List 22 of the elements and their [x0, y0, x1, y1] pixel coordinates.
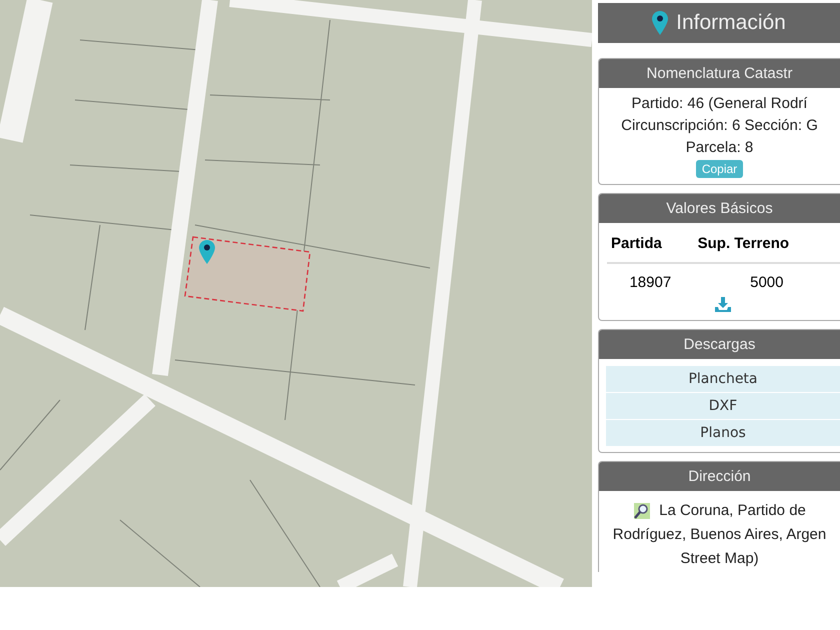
download-link[interactable]: Plancheta	[606, 365, 840, 392]
map-search-icon	[633, 502, 652, 520]
download-icon[interactable]	[714, 297, 730, 312]
download-link[interactable]: DXF	[606, 392, 840, 419]
cadastral-line: Partido: 46 (General Rodrí	[632, 94, 808, 113]
map-pin-icon[interactable]	[199, 240, 215, 264]
download-link[interactable]: Planos	[606, 419, 840, 446]
table-cell: 5000	[694, 263, 840, 295]
card-header: Descargas	[599, 330, 840, 359]
address-text: Street Map)	[680, 549, 759, 569]
card-header: Nomenclatura Catastr	[599, 59, 840, 88]
cadastral-line: Parcela: 8	[686, 138, 754, 157]
address-text: Rodríguez, Buenos Aires, Argen	[612, 525, 826, 545]
column-header: Sup. Terreno	[694, 223, 840, 263]
table-cell: 18907	[607, 263, 694, 295]
address-text: La Coruna, Partido de	[659, 501, 806, 521]
card-header: Valores Básicos	[599, 194, 840, 223]
location-pin-icon	[652, 11, 668, 35]
cadastral-line: Circunscripción: 6 Sección: G	[621, 116, 818, 135]
panel-title: Información	[676, 11, 786, 35]
card-header: Dirección	[599, 462, 840, 491]
column-header: Partida	[607, 223, 694, 263]
